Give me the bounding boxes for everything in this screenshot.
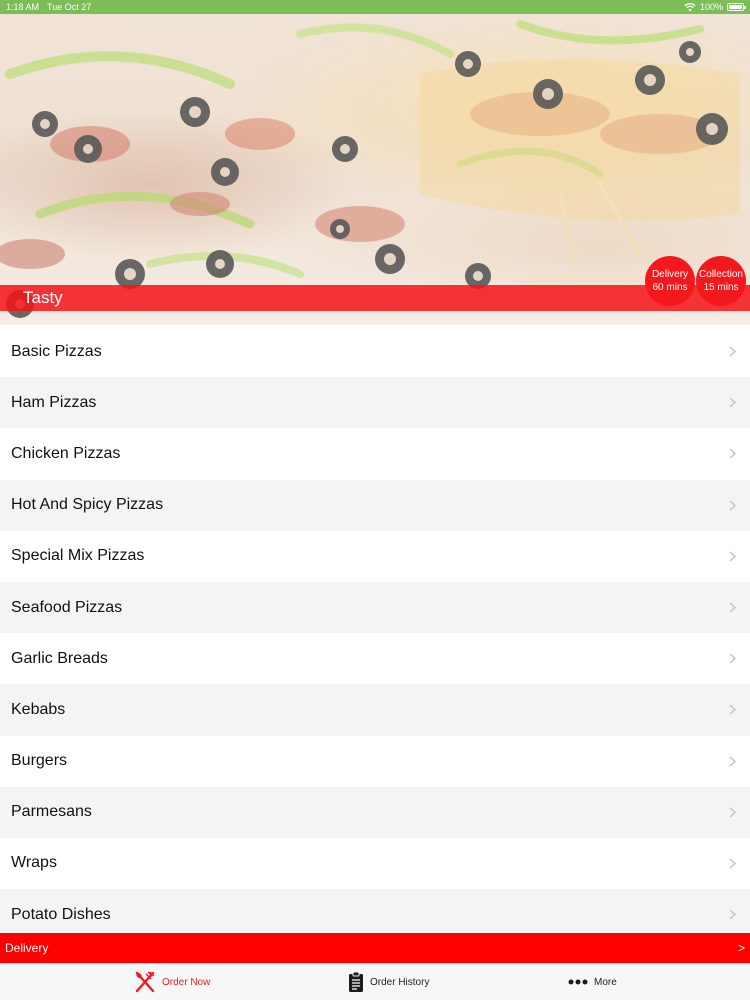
chevron-right-icon <box>726 346 738 358</box>
menu-category-label: Parmesans <box>11 803 92 821</box>
menu-category-chicken-pizzas[interactable]: Chicken Pizzas <box>0 428 750 480</box>
fork-knife-icon <box>134 971 156 993</box>
menu-category-label: Burgers <box>11 752 68 770</box>
menu-category-list: Basic Pizzas Ham Pizzas Chicken Pizzas H… <box>0 326 750 933</box>
chevron-right-icon <box>726 550 738 562</box>
menu-category-label: Special Mix Pizzas <box>11 547 145 565</box>
chevron-right-icon <box>726 448 738 460</box>
wifi-icon <box>684 2 696 12</box>
chevron-right-icon <box>726 704 738 716</box>
menu-category-label: Kebabs <box>11 700 66 718</box>
menu-category-hot-and-spicy-pizzas[interactable]: Hot And Spicy Pizzas <box>0 479 750 531</box>
more-dots-icon <box>568 979 588 985</box>
tab-order-history-label: Order History <box>370 976 430 988</box>
hero-banner <box>0 14 750 325</box>
battery-icon <box>727 3 746 11</box>
status-time: 1:18 AM <box>6 2 40 12</box>
restaurant-name: Tasty <box>23 288 63 307</box>
delivery-badge-label: Delivery <box>651 269 689 280</box>
tab-more[interactable]: More <box>568 977 617 988</box>
menu-category-label: Basic Pizzas <box>11 342 102 360</box>
chevron-right-icon <box>726 653 738 665</box>
delivery-badge-time: 60 mins <box>652 282 688 293</box>
menu-category-seafood-pizzas[interactable]: Seafood Pizzas <box>0 581 750 634</box>
menu-category-label: Wraps <box>11 854 57 872</box>
tab-more-label: More <box>594 976 617 988</box>
chevron-right-icon <box>726 499 738 511</box>
app-root: 1:18 AM Tue Oct 27 100% Delivery 60 mins… <box>0 0 750 1000</box>
menu-category-label: Seafood Pizzas <box>11 598 123 616</box>
menu-category-ham-pizzas[interactable]: Ham Pizzas <box>0 377 750 429</box>
tab-order-now[interactable]: Order Now <box>134 971 210 993</box>
bottom-tab-bar: Order Now Order History More <box>0 963 750 1000</box>
menu-category-wraps[interactable]: Wraps <box>0 837 750 890</box>
delivery-mode-label: Delivery <box>5 941 49 955</box>
delivery-time-badge: Delivery 60 mins <box>645 256 695 306</box>
collection-badge-time: 15 mins <box>703 282 739 293</box>
status-bar: 1:18 AM Tue Oct 27 100% <box>0 0 750 14</box>
menu-category-potato-dishes[interactable]: Potato Dishes <box>0 889 750 933</box>
menu-category-kebabs[interactable]: Kebabs <box>0 684 750 736</box>
chevron-right-icon <box>726 755 738 767</box>
delivery-mode-arrow: > <box>737 941 745 955</box>
status-date: Tue Oct 27 <box>47 2 92 12</box>
chevron-right-icon <box>726 857 738 869</box>
menu-category-burgers[interactable]: Burgers <box>0 735 750 787</box>
menu-category-label: Potato Dishes <box>11 905 111 923</box>
menu-category-label: Garlic Breads <box>11 649 108 667</box>
collection-badge-label: Collection <box>699 269 743 280</box>
chevron-right-icon <box>726 909 738 921</box>
chevron-right-icon <box>726 397 738 409</box>
menu-category-parmesans[interactable]: Parmesans <box>0 786 750 838</box>
menu-category-label: Chicken Pizzas <box>11 444 121 462</box>
menu-category-label: Hot And Spicy Pizzas <box>11 496 164 514</box>
menu-category-garlic-breads[interactable]: Garlic Breads <box>0 633 750 685</box>
chevron-right-icon <box>726 602 738 614</box>
collection-time-badge: Collection 15 mins <box>696 256 746 306</box>
menu-category-basic-pizzas[interactable]: Basic Pizzas <box>0 326 750 378</box>
battery-percent: 100% <box>699 2 723 12</box>
menu-category-label: Ham Pizzas <box>11 393 97 411</box>
tab-order-history[interactable]: Order History <box>348 971 429 993</box>
menu-category-special-mix-pizzas[interactable]: Special Mix Pizzas <box>0 530 750 582</box>
restaurant-name-bar: Tasty <box>0 285 750 311</box>
chevron-right-icon <box>726 806 738 818</box>
clipboard-icon <box>348 971 364 993</box>
tab-order-now-label: Order Now <box>162 976 211 988</box>
delivery-mode-bar[interactable]: Delivery > <box>0 933 750 963</box>
